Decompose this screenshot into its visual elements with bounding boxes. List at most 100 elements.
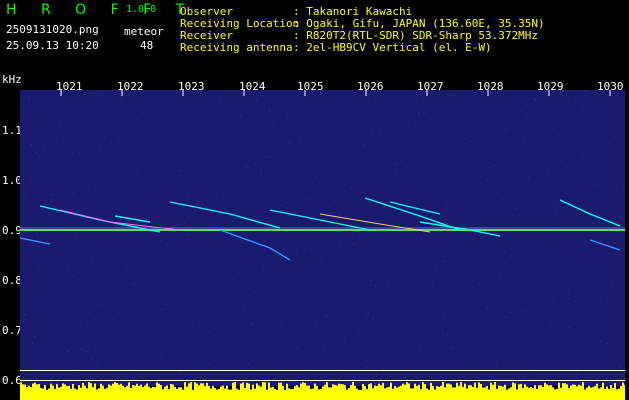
noise-dot xyxy=(199,279,201,280)
level-bar xyxy=(478,382,480,400)
noise-dot xyxy=(520,296,522,298)
noise-dot xyxy=(204,358,206,360)
noise-dot xyxy=(409,368,411,369)
noise-dot xyxy=(320,169,322,171)
noise-dot xyxy=(441,96,443,98)
noise-dot xyxy=(544,212,546,214)
noise-dot xyxy=(624,155,625,157)
noise-dot xyxy=(366,366,368,368)
noise-dot xyxy=(54,149,56,151)
noise-dot xyxy=(345,252,346,254)
noise-dot xyxy=(557,163,558,165)
level-bar xyxy=(454,387,456,400)
noise-dot xyxy=(265,156,266,158)
level-bar xyxy=(610,385,612,400)
level-bar xyxy=(404,384,406,400)
noise-dot xyxy=(591,207,593,209)
noise-dot xyxy=(594,313,596,315)
noise-dot xyxy=(36,152,37,154)
level-bar xyxy=(594,386,596,400)
noise-dot xyxy=(321,159,323,161)
noise-dot xyxy=(426,136,428,138)
noise-dot xyxy=(273,93,275,95)
noise-dot xyxy=(519,110,521,112)
level-bar xyxy=(572,384,574,400)
noise-dot xyxy=(388,362,389,364)
noise-dot xyxy=(91,146,93,148)
level-bar xyxy=(568,388,570,400)
level-bar xyxy=(116,383,118,400)
level-bar xyxy=(172,384,174,400)
noise-dot xyxy=(309,321,311,323)
level-bar xyxy=(308,385,310,400)
noise-dot xyxy=(564,121,566,122)
noise-dot xyxy=(227,206,229,208)
noise-dot xyxy=(161,183,163,185)
level-bar xyxy=(558,382,560,400)
noise-dot xyxy=(93,305,94,307)
noise-dot xyxy=(482,193,483,195)
noise-dot xyxy=(356,328,358,330)
noise-dot xyxy=(54,303,56,305)
noise-dot xyxy=(324,373,326,375)
noise-dot xyxy=(476,363,478,365)
level-bars xyxy=(20,382,625,400)
level-bar xyxy=(344,385,346,400)
noise-dot xyxy=(392,217,394,219)
level-bar xyxy=(106,387,108,400)
noise-dot xyxy=(321,298,323,299)
noise-dot xyxy=(419,347,421,349)
noise-dot xyxy=(499,276,501,278)
noise-dot xyxy=(549,232,550,234)
level-bar xyxy=(108,384,110,400)
noise-dot xyxy=(570,313,572,314)
noise-dot xyxy=(421,362,423,363)
level-bar xyxy=(382,382,384,400)
level-bar xyxy=(616,389,618,400)
level-bar xyxy=(38,384,40,400)
level-bar xyxy=(484,387,486,400)
noise-dot xyxy=(489,133,491,135)
noise-dot xyxy=(71,192,73,194)
noise-dot xyxy=(356,257,358,259)
noise-dot xyxy=(480,151,481,153)
noise-dot xyxy=(58,123,59,125)
noise-dot xyxy=(496,365,498,367)
noise-dot xyxy=(458,184,460,186)
noise-dot xyxy=(69,96,71,98)
noise-dot xyxy=(568,297,570,299)
noise-dot xyxy=(77,209,79,211)
noise-dot xyxy=(435,266,437,268)
timestamp: 25.09.13 10:20 xyxy=(6,39,99,52)
noise-dot xyxy=(214,137,216,139)
noise-dot xyxy=(604,326,606,328)
noise-dot xyxy=(292,220,294,221)
noise-dot xyxy=(443,316,445,318)
noise-dot xyxy=(56,351,58,353)
level-bar xyxy=(586,387,588,400)
level-bar xyxy=(260,386,262,400)
noise-dot xyxy=(218,157,220,159)
noise-dot xyxy=(545,351,547,353)
noise-dot xyxy=(238,164,239,166)
spectrogram-background xyxy=(20,90,625,386)
level-bar xyxy=(408,383,410,400)
noise-dot xyxy=(281,288,283,290)
noise-dot xyxy=(339,246,340,247)
level-bar xyxy=(470,385,472,400)
noise-dot xyxy=(202,204,204,206)
noise-dot xyxy=(240,115,242,116)
noise-dot xyxy=(176,358,178,360)
level-bar xyxy=(190,382,192,400)
noise-dot xyxy=(600,340,602,342)
noise-dot xyxy=(110,350,111,352)
level-bar xyxy=(406,382,408,400)
noise-dot xyxy=(210,107,212,109)
level-bar xyxy=(232,382,234,400)
noise-dot xyxy=(503,251,505,253)
noise-dot xyxy=(184,221,186,223)
level-bar xyxy=(324,384,326,400)
noise-dot xyxy=(95,361,97,363)
noise-dot xyxy=(211,183,212,185)
noise-dot xyxy=(266,216,268,218)
